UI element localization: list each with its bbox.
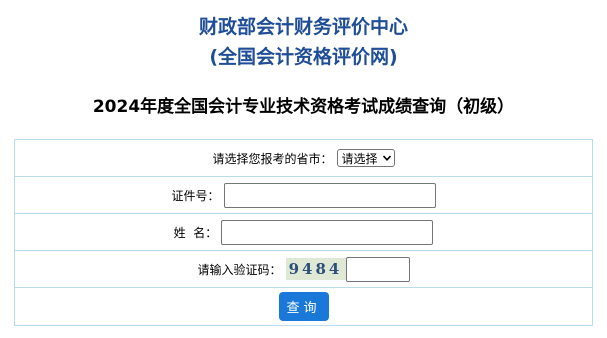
submit-row: 查询 [15,288,592,325]
chevron-down-icon [382,155,391,161]
id-label: 证件号： [171,188,220,203]
province-label: 请选择您报考的省市： [212,151,333,166]
captcha-row: 请输入验证码： 9484 [15,251,592,288]
org-subtitle: (全国会计资格评价网) [209,46,398,68]
captcha-label: 请输入验证码： [197,262,282,277]
name-input[interactable] [221,219,434,245]
province-select-value: 请选择 [341,151,378,166]
page-title: 2024年度全国会计专业技术资格考试成绩查询（初级） [92,97,515,117]
name-label: 姓 名： [173,225,218,240]
id-number-input[interactable] [223,182,436,208]
province-row: 请选择您报考的省市： 请选择 [15,140,592,177]
score-query-page: 财政部会计财务评价中心 (全国会计资格评价网) 2024年度全国会计专业技术资格… [0,0,607,338]
id-row: 证件号： [15,177,592,214]
query-button[interactable]: 查询 [278,292,329,321]
province-select[interactable]: 请选择 [336,149,395,167]
name-row: 姓 名： [15,214,592,251]
captcha-input[interactable] [345,256,410,282]
org-title: 财政部会计财务评价中心 [198,16,408,38]
query-form: 请选择您报考的省市： 请选择 证件号： 姓 名： 请输入验证码： 9484 查询 [14,139,593,326]
captcha-image[interactable]: 9484 [285,258,346,280]
